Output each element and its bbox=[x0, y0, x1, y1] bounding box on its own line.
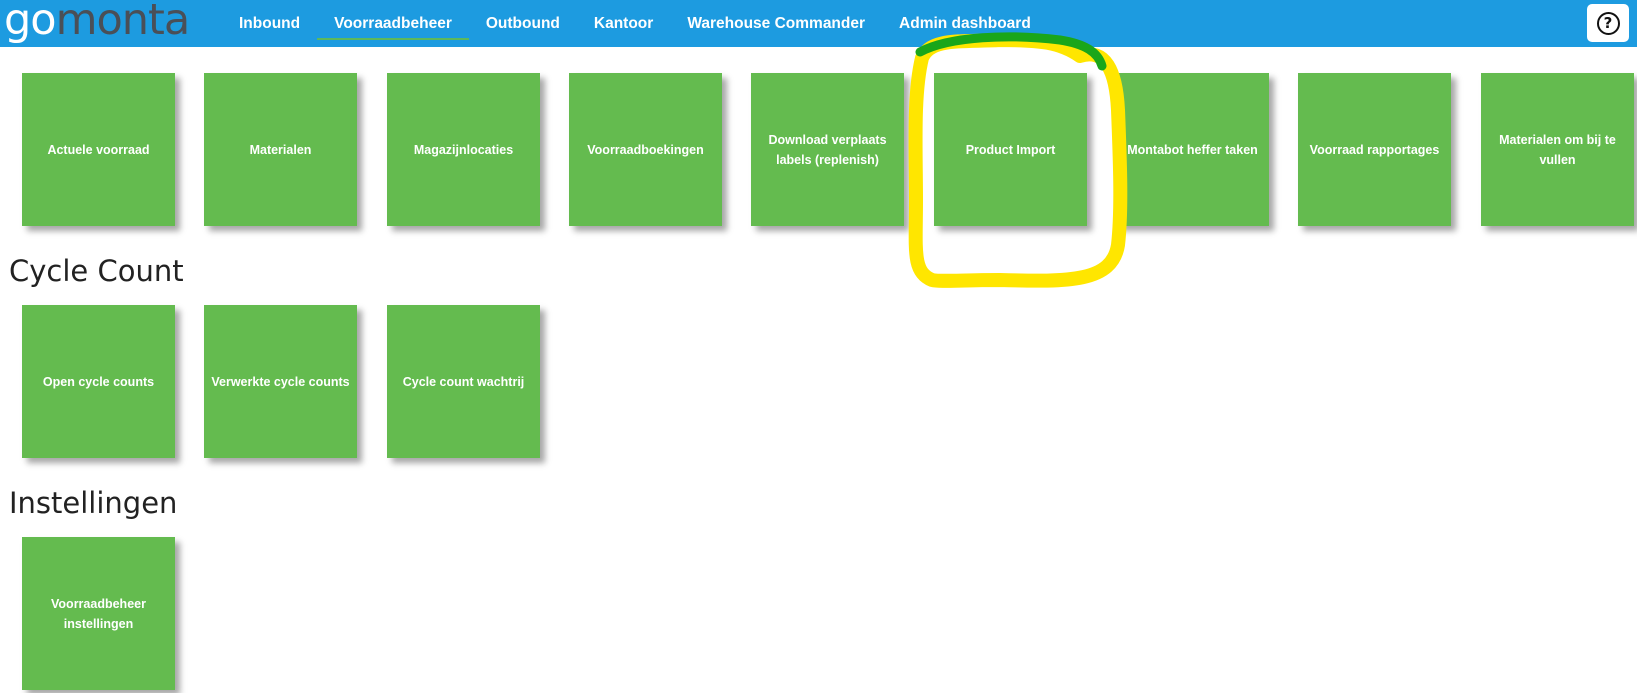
section-title-cycle-count: Cycle Count bbox=[9, 254, 184, 288]
section-title-instellingen: Instellingen bbox=[9, 486, 178, 520]
logo-go-text: go bbox=[4, 0, 57, 45]
help-button[interactable]: ? bbox=[1587, 4, 1629, 42]
tile-voorraadboekingen[interactable]: Voorraadboekingen bbox=[569, 73, 722, 226]
nav-item-outbound[interactable]: Outbound bbox=[469, 0, 577, 47]
tile-product-import[interactable]: Product Import bbox=[934, 73, 1087, 226]
tile-voorraadbeheer-instellingen[interactable]: Voorraadbeheer instellingen bbox=[22, 537, 175, 690]
tile-actuele-voorraad[interactable]: Actuele voorraad bbox=[22, 73, 175, 226]
tile-materialen-om-bij-te-vullen[interactable]: Materialen om bij te vullen bbox=[1481, 73, 1634, 226]
tile-materialen[interactable]: Materialen bbox=[204, 73, 357, 226]
nav-item-warehouse-commander[interactable]: Warehouse Commander bbox=[670, 0, 882, 47]
nav-item-admin-dashboard[interactable]: Admin dashboard bbox=[882, 0, 1048, 47]
tile-verwerkte-cycle-counts[interactable]: Verwerkte cycle counts bbox=[204, 305, 357, 458]
question-circle-icon: ? bbox=[1596, 11, 1620, 35]
top-navbar: gomonta Inbound Voorraadbeheer Outbound … bbox=[0, 0, 1637, 47]
nav-item-voorraadbeheer[interactable]: Voorraadbeheer bbox=[317, 0, 469, 47]
main-nav: Inbound Voorraadbeheer Outbound Kantoor … bbox=[222, 0, 1048, 47]
logo-monta-text: monta bbox=[55, 0, 191, 45]
nav-item-kantoor[interactable]: Kantoor bbox=[577, 0, 670, 47]
tile-cycle-count-wachtrij[interactable]: Cycle count wachtrij bbox=[387, 305, 540, 458]
tile-magazijnlocaties[interactable]: Magazijnlocaties bbox=[387, 73, 540, 226]
tile-open-cycle-counts[interactable]: Open cycle counts bbox=[22, 305, 175, 458]
tile-download-verplaats-labels[interactable]: Download verplaats labels (replenish) bbox=[751, 73, 904, 226]
tile-voorraad-rapportages[interactable]: Voorraad rapportages bbox=[1298, 73, 1451, 226]
nav-item-inbound[interactable]: Inbound bbox=[222, 0, 317, 47]
gomonta-logo[interactable]: gomonta bbox=[4, 0, 191, 46]
tile-montabot-heffer-taken[interactable]: Montabot heffer taken bbox=[1116, 73, 1269, 226]
